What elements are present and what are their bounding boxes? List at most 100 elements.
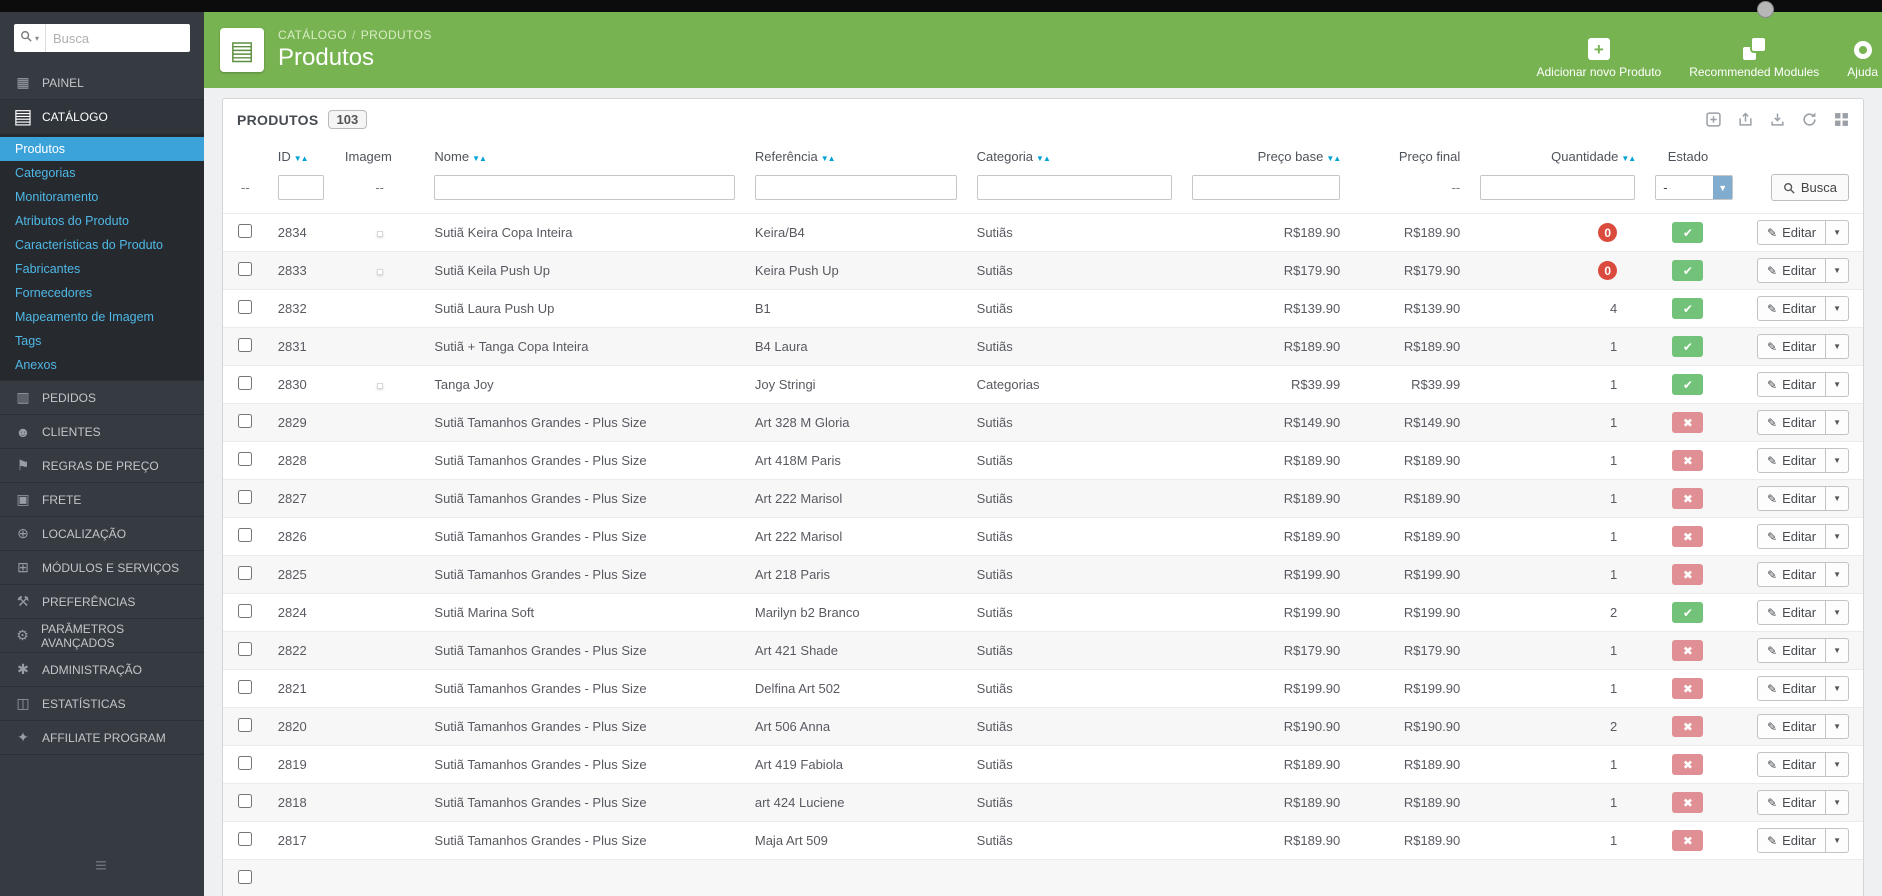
edit-dropdown-toggle[interactable]: ▼ — [1826, 676, 1849, 701]
row-checkbox[interactable] — [238, 680, 253, 694]
edit-button[interactable]: ✎ Editar — [1757, 334, 1827, 359]
sidebar-item-painel[interactable]: ▦ PAINEL — [0, 66, 204, 100]
column-header-preco-base[interactable]: Preço base ▼▲ — [1182, 139, 1350, 172]
edit-button[interactable]: ✎ Editar — [1757, 828, 1827, 853]
edit-button[interactable]: ✎ Editar — [1757, 220, 1827, 245]
sidebar-search-input[interactable] — [46, 30, 190, 46]
export-icon[interactable] — [1738, 112, 1753, 127]
grid-icon[interactable] — [1834, 112, 1849, 127]
row-checkbox[interactable] — [238, 756, 253, 770]
sidebar-subitem-monitoramento[interactable]: Monitoramento — [0, 185, 204, 209]
edit-dropdown-toggle[interactable]: ▼ — [1826, 828, 1849, 853]
sidebar-item-preferencias[interactable]: ⚒ PREFERÊNCIAS — [0, 585, 204, 619]
edit-dropdown-toggle[interactable]: ▼ — [1826, 296, 1849, 321]
column-header-quantidade[interactable]: Quantidade ▼▲ — [1470, 139, 1645, 172]
sidebar-subitem-fabricantes[interactable]: Fabricantes — [0, 257, 204, 281]
status-disabled-x-icon[interactable]: ✖ — [1672, 792, 1704, 813]
sidebar-item-parametros-avancados[interactable]: ⚙ PARÂMETROS AVANÇADOS — [0, 619, 204, 653]
sidebar-subitem-produtos[interactable]: Produtos — [0, 137, 204, 161]
status-enabled-check-icon[interactable]: ✔ — [1672, 260, 1704, 281]
sidebar-item-frete[interactable]: ▣ FRETE — [0, 483, 204, 517]
edit-dropdown-toggle[interactable]: ▼ — [1826, 410, 1849, 435]
sidebar-subitem-atributos-do-produto[interactable]: Atributos do Produto — [0, 209, 204, 233]
edit-button[interactable]: ✎ Editar — [1757, 486, 1827, 511]
edit-button[interactable]: ✎ Editar — [1757, 752, 1827, 777]
row-checkbox[interactable] — [238, 718, 253, 732]
edit-button[interactable]: ✎ Editar — [1757, 600, 1827, 625]
add-icon[interactable] — [1706, 112, 1721, 127]
filter-id-input[interactable] — [277, 175, 324, 200]
edit-button[interactable]: ✎ Editar — [1757, 562, 1827, 587]
sort-icons[interactable]: ▼▲ — [1326, 154, 1341, 163]
help-button[interactable]: Ajuda — [1847, 41, 1878, 79]
sidebar-item-regras-de-preco[interactable]: ⚑ REGRAS DE PREÇO — [0, 449, 204, 483]
edit-dropdown-toggle[interactable]: ▼ — [1826, 562, 1849, 587]
status-disabled-x-icon[interactable]: ✖ — [1672, 526, 1704, 547]
status-disabled-x-icon[interactable]: ✖ — [1672, 412, 1704, 433]
edit-dropdown-toggle[interactable]: ▼ — [1826, 524, 1849, 549]
sidebar-subitem-caracteristicas-do-produto[interactable]: Características do Produto — [0, 233, 204, 257]
row-checkbox[interactable] — [238, 832, 253, 846]
column-header-id[interactable]: ID ▼▲ — [268, 139, 335, 172]
row-checkbox[interactable] — [238, 794, 253, 808]
filter-nome-input[interactable] — [434, 175, 735, 200]
row-checkbox[interactable] — [238, 376, 253, 390]
edit-dropdown-toggle[interactable]: ▼ — [1826, 638, 1849, 663]
row-checkbox[interactable] — [238, 414, 253, 428]
status-disabled-x-icon[interactable]: ✖ — [1672, 678, 1704, 699]
recommended-modules-button[interactable]: Recommended Modules — [1689, 38, 1819, 79]
sidebar-item-modulos-e-servicos[interactable]: ⊞ MÓDULOS E SERVIÇOS — [0, 551, 204, 585]
status-disabled-x-icon[interactable]: ✖ — [1672, 754, 1704, 775]
status-enabled-check-icon[interactable]: ✔ — [1672, 222, 1704, 243]
status-disabled-x-icon[interactable]: ✖ — [1672, 488, 1704, 509]
edit-button[interactable]: ✎ Editar — [1757, 638, 1827, 663]
sidebar-subitem-tags[interactable]: Tags — [0, 329, 204, 353]
sidebar-subitem-anexos[interactable]: Anexos — [0, 353, 204, 377]
sidebar-subitem-mapeamento-de-imagem[interactable]: Mapeamento de Imagem — [0, 305, 204, 329]
status-disabled-x-icon[interactable]: ✖ — [1672, 830, 1704, 851]
filter-search-button[interactable]: Busca — [1770, 174, 1849, 201]
sidebar-item-estatisticas[interactable]: ◫ ESTATÍSTICAS — [0, 687, 204, 721]
edit-dropdown-toggle[interactable]: ▼ — [1826, 372, 1849, 397]
column-header-nome[interactable]: Nome ▼▲ — [424, 139, 744, 172]
filter-quantidade-input[interactable] — [1480, 175, 1636, 200]
search-scope-caret-icon[interactable]: ▾ — [35, 34, 39, 43]
status-disabled-x-icon[interactable]: ✖ — [1672, 450, 1704, 471]
row-checkbox[interactable] — [238, 528, 253, 542]
edit-button[interactable]: ✎ Editar — [1757, 524, 1827, 549]
edit-button[interactable]: ✎ Editar — [1757, 714, 1827, 739]
edit-dropdown-toggle[interactable]: ▼ — [1826, 334, 1849, 359]
edit-button[interactable]: ✎ Editar — [1757, 410, 1827, 435]
column-header-categoria[interactable]: Categoria ▼▲ — [967, 139, 1183, 172]
row-checkbox[interactable] — [238, 490, 253, 504]
sidebar-subitem-fornecedores[interactable]: Fornecedores — [0, 281, 204, 305]
status-enabled-check-icon[interactable]: ✔ — [1672, 298, 1704, 319]
sidebar-item-clientes[interactable]: ☻ CLIENTES — [0, 415, 204, 449]
sidebar-item-pedidos[interactable]: ▥ PEDIDOS — [0, 381, 204, 415]
refresh-icon[interactable] — [1802, 112, 1817, 127]
filter-referencia-input[interactable] — [754, 175, 957, 200]
add-new-product-button[interactable]: + Adicionar novo Produto — [1536, 38, 1661, 79]
edit-dropdown-toggle[interactable]: ▼ — [1826, 752, 1849, 777]
edit-button[interactable]: ✎ Editar — [1757, 448, 1827, 473]
edit-dropdown-toggle[interactable]: ▼ — [1826, 600, 1849, 625]
sort-icons[interactable]: ▼▲ — [472, 154, 487, 163]
sidebar-item-localizacao[interactable]: ⊕ LOCALIZAÇÃO — [0, 517, 204, 551]
user-avatar[interactable] — [1757, 1, 1774, 18]
row-checkbox[interactable] — [238, 224, 253, 238]
status-enabled-check-icon[interactable]: ✔ — [1672, 374, 1704, 395]
sidebar-item-administracao[interactable]: ✱ ADMINISTRAÇÃO — [0, 653, 204, 687]
column-header-referencia[interactable]: Referência ▼▲ — [745, 139, 967, 172]
edit-dropdown-toggle[interactable]: ▼ — [1826, 790, 1849, 815]
edit-button[interactable]: ✎ Editar — [1757, 296, 1827, 321]
edit-dropdown-toggle[interactable]: ▼ — [1826, 220, 1849, 245]
row-checkbox[interactable] — [238, 300, 253, 314]
status-disabled-x-icon[interactable]: ✖ — [1672, 640, 1704, 661]
edit-dropdown-toggle[interactable]: ▼ — [1826, 448, 1849, 473]
sort-icons[interactable]: ▼▲ — [1036, 154, 1051, 163]
filter-estado-select[interactable]: - ▼ — [1655, 175, 1734, 200]
row-checkbox[interactable] — [238, 338, 253, 352]
sort-icons[interactable]: ▼▲ — [821, 154, 836, 163]
edit-button[interactable]: ✎ Editar — [1757, 676, 1827, 701]
breadcrumb-parent[interactable]: CATÁLOGO — [278, 28, 347, 42]
